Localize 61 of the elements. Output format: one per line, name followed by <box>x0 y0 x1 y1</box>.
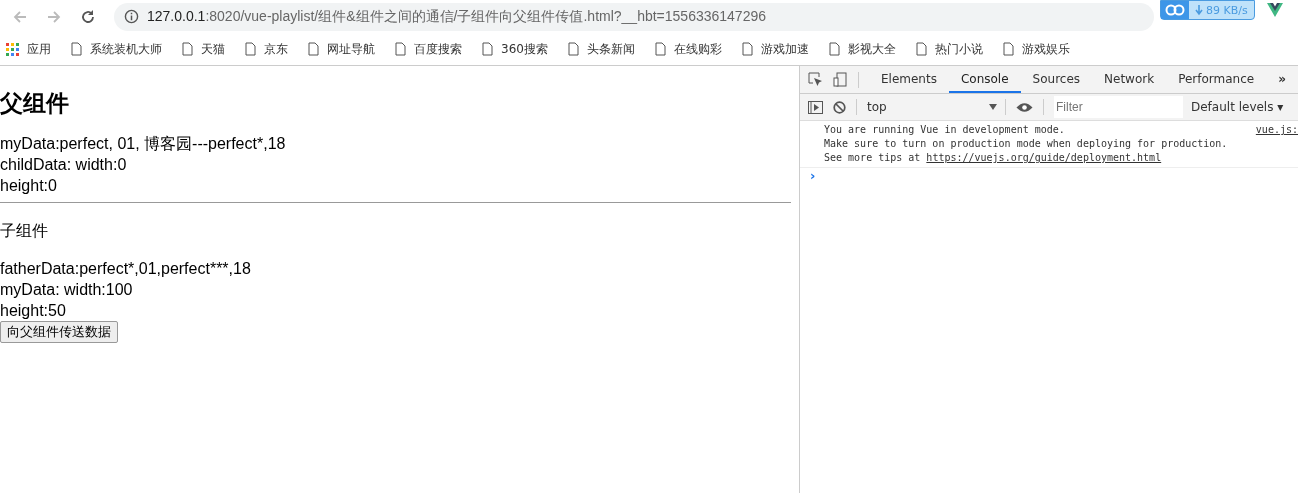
data-line: height:50 <box>0 301 67 321</box>
levels-dropdown[interactable]: Default levels ▾ <box>1191 100 1284 114</box>
devtools-tab[interactable]: Network <box>1092 66 1167 93</box>
child-title: 子组件 <box>0 221 49 241</box>
page-icon <box>1002 42 1014 56</box>
bookmark-item[interactable]: 头条新闻 <box>567 40 635 58</box>
page-icon <box>245 42 256 56</box>
page-icon <box>654 42 666 56</box>
page-icon <box>567 42 579 56</box>
console-message: Make sure to turn on production mode when deploying for production. <box>824 137 1228 151</box>
bookmark-item[interactable]: 天猫 <box>182 40 225 58</box>
bookmark-item[interactable]: 游戏加速 <box>741 40 809 58</box>
bookmark-item[interactable]: 网址导航 <box>308 40 375 58</box>
bookmark-item[interactable]: 热门小说 <box>915 40 983 58</box>
console-prompt[interactable]: › <box>800 168 1298 183</box>
bookmark-item[interactable]: 影视大全 <box>828 40 896 58</box>
bookmark-item[interactable]: 京东 <box>245 40 288 58</box>
page-icon <box>71 42 82 56</box>
console-message: See more tips at <box>824 152 922 163</box>
more-tabs-button[interactable]: » <box>1266 66 1298 93</box>
data-line: fatherData:perfect*,01,perfect***,18 <box>0 259 252 279</box>
page-icon <box>182 42 193 56</box>
download-arrow-icon <box>1195 4 1203 16</box>
vue-icon[interactable] <box>1266 3 1283 17</box>
bookmark-item[interactable]: 百度搜索 <box>395 40 462 58</box>
bookmark-item[interactable]: 360搜索 <box>482 40 548 58</box>
page-icon <box>482 42 493 56</box>
data-line: myData: width:100 <box>0 280 134 300</box>
caret-icon <box>989 104 997 110</box>
address-bar[interactable]: 127.0.0.1:8020/vue-playlist/组件&组件之间的通信/子组件向父组件传值.html?__hbt=1556336147296 <box>114 2 1154 31</box>
filter-field[interactable]: Filter <box>1054 96 1183 118</box>
source-link[interactable]: vue.js: <box>1255 123 1298 165</box>
sidebar-toggle-icon[interactable] <box>808 100 823 114</box>
data-line: myData:perfect, 01, 博客园---perfect*,18 <box>0 134 287 154</box>
page-icon <box>741 42 753 56</box>
clear-icon[interactable] <box>833 100 846 114</box>
info-icon <box>124 9 139 24</box>
devtools-tab[interactable]: Sources <box>1020 66 1093 93</box>
page-heading: 父组件 <box>0 89 70 118</box>
bookmark-item[interactable]: 游戏娱乐 <box>1002 40 1070 58</box>
page-icon <box>395 42 406 56</box>
data-line: childData: width:0 <box>0 155 128 175</box>
console-message: You are running Vue in development mode. <box>824 123 1066 137</box>
inspect-icon[interactable] <box>808 72 823 87</box>
reload-icon[interactable] <box>80 8 96 25</box>
page-icon <box>828 42 840 56</box>
docs-link[interactable]: https://vuejs.org/guide/deployment.html <box>926 152 1162 163</box>
eye-icon[interactable] <box>1016 101 1033 113</box>
devtools-tab[interactable]: Performance <box>1166 66 1267 93</box>
bookmark-item[interactable]: 在线购彩 <box>654 40 722 58</box>
apps-grid-icon <box>6 42 19 56</box>
context-select[interactable]: top <box>867 100 997 114</box>
device-icon[interactable] <box>833 72 848 87</box>
send-button[interactable]: 向父组件传送数据 <box>0 321 118 343</box>
devtools-tab[interactable]: Elements <box>869 66 949 93</box>
bookmark-item[interactable]: 系统装机大师 <box>71 40 162 58</box>
page-icon <box>915 42 927 56</box>
speed-badge: 89 KB/s <box>1160 0 1255 20</box>
data-line: height:0 <box>0 176 58 196</box>
page-icon <box>308 42 319 56</box>
bookmark-item[interactable]: 应用 <box>6 40 51 58</box>
